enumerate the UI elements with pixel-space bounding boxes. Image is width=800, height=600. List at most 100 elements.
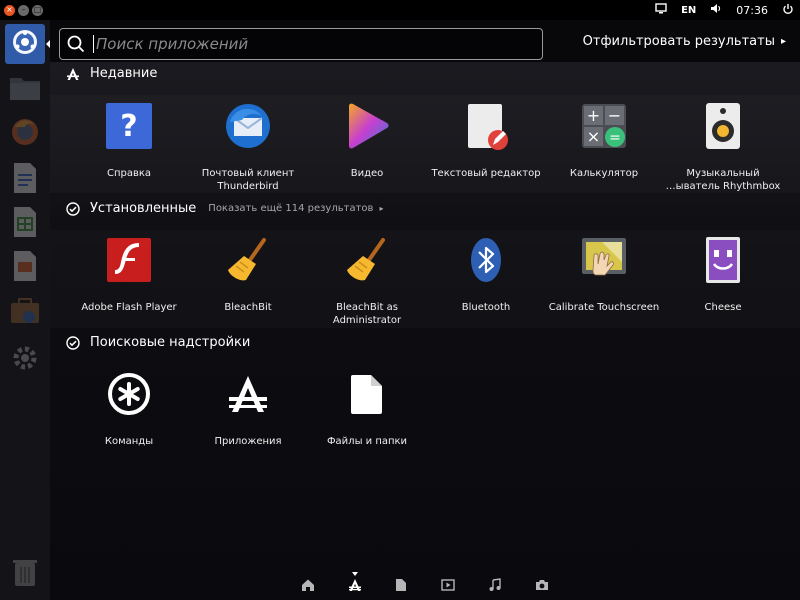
app-tile-label: Музыкальный …ыватель Rhythmbox bbox=[665, 168, 781, 192]
show-more-results-link[interactable]: Показать ещё 114 результатов bbox=[208, 203, 373, 214]
launcher-firefox[interactable] bbox=[5, 114, 45, 154]
speaker-icon[interactable] bbox=[710, 3, 722, 17]
indicator-area: EN 07:36 bbox=[655, 0, 794, 20]
chevron-right-icon: ▸ bbox=[379, 204, 384, 213]
software-center-icon bbox=[9, 295, 41, 329]
music-lens-icon bbox=[488, 577, 502, 596]
home-lens-button[interactable] bbox=[300, 578, 316, 594]
impress-icon bbox=[12, 250, 38, 286]
check-circle-icon bbox=[66, 335, 80, 350]
launcher-trash[interactable] bbox=[5, 554, 45, 594]
app-tile-bleachbit[interactable]: BleachBit bbox=[189, 236, 307, 315]
app-tile-label: Справка bbox=[106, 168, 152, 179]
files-lens-icon bbox=[395, 577, 407, 596]
dash-home-icon bbox=[10, 27, 40, 61]
plugin-tile-files[interactable]: Файлы и папки bbox=[308, 370, 426, 449]
app-tile-text-editor[interactable]: Текстовый редактор bbox=[427, 102, 545, 181]
app-tile-flash-player[interactable]: Adobe Flash Player bbox=[70, 236, 188, 315]
app-tile-cheese[interactable]: Cheese bbox=[664, 236, 782, 315]
applications-lens-icon bbox=[348, 577, 362, 596]
app-tile-thunderbird[interactable]: Почтовый клиент Thunderbird bbox=[189, 102, 307, 193]
app-tile-label: Видео bbox=[350, 168, 384, 179]
plugin-tile-label: Файлы и папки bbox=[326, 436, 408, 447]
check-circle-icon bbox=[66, 201, 80, 216]
launcher-software-center[interactable] bbox=[5, 292, 45, 332]
app-tile-bluetooth[interactable]: Bluetooth bbox=[427, 236, 545, 315]
chevron-right-icon: ▸ bbox=[780, 36, 786, 47]
power-icon[interactable] bbox=[782, 3, 794, 18]
help-icon: ? bbox=[105, 102, 153, 150]
plugin-tile-applications[interactable]: Приложения bbox=[189, 370, 307, 449]
dash: Отфильтровать результаты ▸ Недавние ? Сп… bbox=[50, 20, 800, 600]
applications-lens-button[interactable] bbox=[347, 572, 363, 596]
app-tile-label: Cheese bbox=[704, 302, 742, 313]
flash-icon bbox=[105, 236, 153, 284]
svg-text:?: ? bbox=[120, 109, 137, 144]
app-tile-calculator[interactable]: + − × = Калькулятор bbox=[545, 102, 663, 181]
app-tile-calibrate-touchscreen[interactable]: Calibrate Touchscreen bbox=[545, 236, 663, 315]
screen-icon[interactable] bbox=[655, 3, 667, 17]
rhythmbox-icon bbox=[699, 102, 747, 150]
section-recent-header[interactable]: Недавние bbox=[66, 66, 157, 81]
dash-home-button[interactable] bbox=[5, 24, 45, 64]
applications-icon bbox=[224, 370, 272, 418]
app-tile-rhythmbox[interactable]: Музыкальный …ыватель Rhythmbox bbox=[664, 102, 782, 193]
app-tile-help[interactable]: ? Справка bbox=[70, 102, 188, 181]
launcher-files[interactable] bbox=[5, 70, 45, 110]
keyboard-layout-indicator[interactable]: EN bbox=[681, 5, 696, 16]
app-tile-label: Калькулятор bbox=[569, 168, 639, 179]
app-tile-label: Calibrate Touchscreen bbox=[548, 302, 660, 313]
settings-icon bbox=[10, 343, 40, 377]
active-lens-marker bbox=[352, 572, 358, 576]
section-recent-title: Недавние bbox=[90, 66, 158, 81]
broom-admin-icon bbox=[343, 236, 391, 284]
files-icon bbox=[9, 75, 41, 105]
search-icon bbox=[67, 35, 85, 53]
applications-icon bbox=[66, 67, 80, 81]
filter-results-label: Отфильтровать результаты bbox=[582, 34, 775, 49]
top-panel: × – □ EN 07:36 bbox=[0, 0, 800, 20]
launcher-impress[interactable] bbox=[5, 248, 45, 288]
launcher-calc[interactable] bbox=[5, 204, 45, 244]
app-tile-label: BleachBit as Administrator bbox=[332, 302, 402, 326]
writer-icon bbox=[12, 162, 38, 198]
calc-icon bbox=[12, 206, 38, 242]
app-tile-label: Adobe Flash Player bbox=[81, 302, 177, 313]
files-lens-button[interactable] bbox=[393, 578, 409, 594]
svg-text:−: − bbox=[608, 106, 621, 125]
section-installed-header[interactable]: Установленные Показать ещё 114 результат… bbox=[66, 201, 383, 216]
launcher-settings[interactable] bbox=[5, 340, 45, 380]
launcher bbox=[0, 20, 50, 600]
app-tile-label: Текстовый редактор bbox=[431, 168, 541, 179]
search-box[interactable] bbox=[59, 28, 543, 60]
bluetooth-icon bbox=[462, 236, 510, 284]
search-input[interactable] bbox=[93, 35, 513, 53]
firefox-icon bbox=[10, 117, 40, 151]
app-tile-label: Bluetooth bbox=[461, 302, 511, 313]
music-lens-button[interactable] bbox=[487, 577, 503, 596]
photos-lens-icon bbox=[535, 577, 549, 596]
thunderbird-icon bbox=[224, 102, 272, 150]
svg-text:+: + bbox=[587, 106, 600, 125]
filter-results-button[interactable]: Отфильтровать результаты ▸ bbox=[583, 34, 786, 49]
launcher-writer[interactable] bbox=[5, 160, 45, 200]
video-lens-button[interactable] bbox=[440, 578, 456, 594]
commands-icon bbox=[105, 370, 153, 418]
broom-icon bbox=[224, 236, 272, 284]
maximize-window-button[interactable]: □ bbox=[32, 4, 43, 16]
app-tile-label: Почтовый клиент Thunderbird bbox=[201, 168, 295, 192]
plugin-tile-commands[interactable]: Команды bbox=[70, 370, 188, 449]
app-tile-label: BleachBit bbox=[224, 302, 272, 313]
photos-lens-button[interactable] bbox=[534, 578, 550, 594]
clock[interactable]: 07:36 bbox=[736, 4, 768, 17]
app-tile-video[interactable]: Видео bbox=[308, 102, 426, 181]
app-tile-bleachbit-admin[interactable]: BleachBit as Administrator bbox=[308, 236, 426, 327]
close-window-button[interactable]: × bbox=[4, 4, 15, 16]
video-lens-icon bbox=[441, 577, 455, 596]
lens-bar bbox=[50, 572, 800, 600]
minimize-window-button[interactable]: – bbox=[18, 4, 29, 16]
section-search-plugins-header[interactable]: Поисковые надстройки bbox=[66, 335, 250, 350]
touchscreen-icon bbox=[580, 236, 628, 284]
calculator-icon: + − × = bbox=[580, 102, 628, 150]
plugin-tile-label: Команды bbox=[104, 436, 154, 447]
